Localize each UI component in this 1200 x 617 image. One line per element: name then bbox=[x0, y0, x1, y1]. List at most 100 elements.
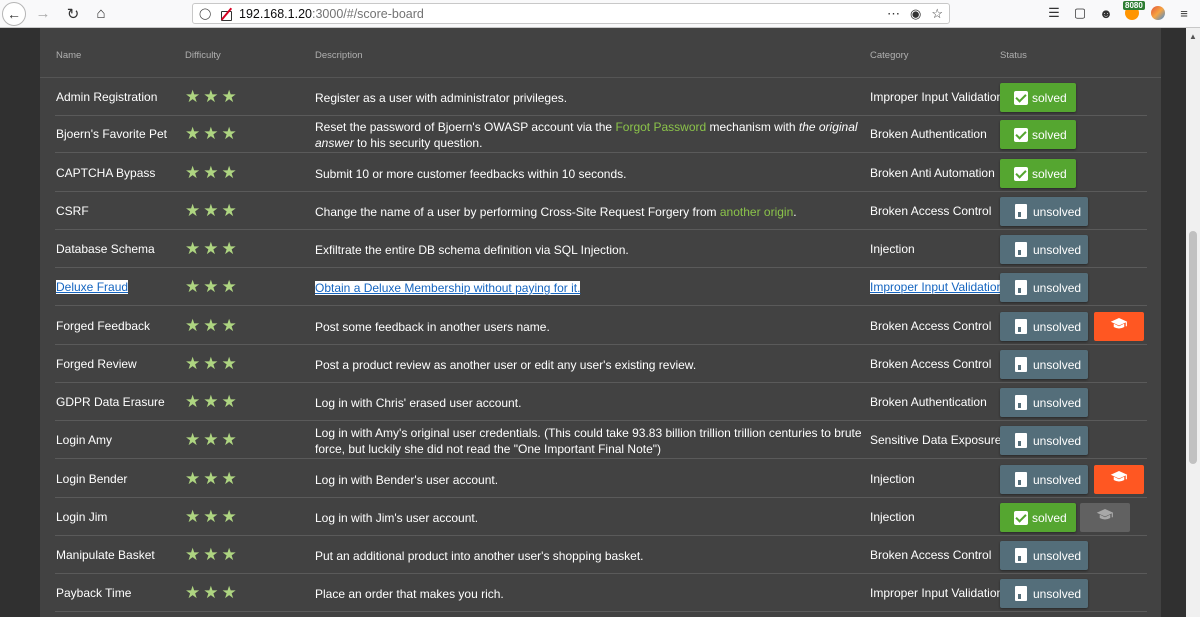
menu-icon[interactable]: ≡ bbox=[1176, 4, 1192, 22]
tutorial-hint-button[interactable] bbox=[1094, 312, 1144, 341]
description-text: Log in with Amy's original user credenti… bbox=[315, 426, 862, 456]
challenge-description: Obtain a Deluxe Membership without payin… bbox=[315, 280, 870, 296]
header-category[interactable]: Category bbox=[870, 50, 909, 61]
challenge-description: Put an additional product into another u… bbox=[315, 548, 870, 564]
table-row: CSRF ★★★ Change the name of a user by perf… bbox=[55, 192, 1147, 230]
challenge-description: Register as a user with administrator pr… bbox=[315, 90, 870, 106]
status-label: unsolved bbox=[1033, 586, 1082, 601]
description-link[interactable]: Forgot Password bbox=[615, 120, 706, 134]
sidebar-icon[interactable]: ▢ bbox=[1072, 4, 1088, 22]
challenge-description: Change the name of a user by performing … bbox=[315, 204, 870, 220]
challenge-description: Log in with Chris' erased user account. bbox=[315, 395, 870, 411]
category-text: Broken Access Control bbox=[870, 204, 992, 218]
challenge-name: GDPR Data Erasure bbox=[56, 395, 165, 409]
difficulty-stars: ★★★ bbox=[185, 163, 240, 182]
challenge-description: Log in with Bender's user account. bbox=[315, 472, 870, 488]
status-label: unsolved bbox=[1033, 319, 1082, 334]
challenge-name: Login Jim bbox=[56, 510, 107, 524]
flag-icon bbox=[1015, 548, 1027, 563]
difficulty-stars: ★★★ bbox=[185, 124, 240, 143]
extension-icon[interactable] bbox=[1150, 4, 1166, 22]
account-icon[interactable]: ☻ bbox=[1098, 4, 1114, 22]
solved-button[interactable]: solved bbox=[1000, 120, 1076, 149]
status-label: unsolved bbox=[1033, 433, 1082, 448]
challenge-name-text: Forged Review bbox=[56, 357, 137, 371]
address-bar[interactable]: ◯ 192.168.1.20:3000/#/score-board ⋯ ◉ ☆ bbox=[192, 3, 950, 24]
table-row: Forged Feedback ★★★ Post some feedback in … bbox=[55, 307, 1147, 345]
header-status[interactable]: Status bbox=[1000, 50, 1027, 61]
library-icon[interactable]: ☰ bbox=[1046, 4, 1062, 22]
challenge-name-text: Bjoern's Favorite Pet bbox=[56, 127, 168, 141]
category-text: Broken Access Control bbox=[870, 548, 992, 562]
challenge-category: Broken Access Control bbox=[870, 357, 991, 371]
flag-icon bbox=[1015, 472, 1027, 487]
challenge-name-text: CSRF bbox=[56, 204, 89, 218]
status-label: unsolved bbox=[1033, 395, 1082, 410]
challenge-category: Improper Input Validation bbox=[870, 280, 1004, 294]
unsolved-button[interactable]: unsolved bbox=[1000, 465, 1088, 494]
unsolved-button[interactable]: unsolved bbox=[1000, 426, 1088, 455]
status-label: unsolved bbox=[1033, 204, 1082, 219]
tracking-shield-icon[interactable]: ◯ bbox=[199, 7, 211, 20]
score-board-table: Name Difficulty Description Category Sta… bbox=[40, 28, 1161, 617]
difficulty-stars: ★★★ bbox=[185, 277, 240, 296]
header-difficulty[interactable]: Difficulty bbox=[185, 50, 221, 61]
forward-arrow-icon[interactable]: → bbox=[32, 3, 54, 25]
difficulty-stars: ★★★ bbox=[185, 469, 240, 488]
challenge-description: Post some feedback in another users name… bbox=[315, 319, 870, 335]
description-link[interactable]: another origin bbox=[720, 205, 793, 219]
difficulty-stars: ★★★ bbox=[185, 430, 240, 449]
unsolved-button[interactable]: unsolved bbox=[1000, 235, 1088, 264]
status-label: solved bbox=[1032, 166, 1067, 181]
status-label: unsolved bbox=[1033, 280, 1082, 295]
header-description: Description bbox=[315, 50, 363, 61]
unsolved-button[interactable]: unsolved bbox=[1000, 388, 1088, 417]
home-icon[interactable]: ⌂ bbox=[90, 3, 112, 25]
back-arrow-icon[interactable]: ← bbox=[2, 1, 26, 26]
checkbox-checked-icon bbox=[1014, 510, 1028, 525]
unsolved-button[interactable]: unsolved bbox=[1000, 197, 1088, 226]
table-row: GDPR Data Erasure ★★★ Log in with Chris' e… bbox=[55, 383, 1147, 421]
url-path: :3000/#/score-board bbox=[312, 6, 424, 21]
pocket-icon[interactable]: ◉ bbox=[910, 6, 921, 22]
scroll-up-icon[interactable]: ▲ bbox=[1189, 32, 1197, 41]
flag-icon bbox=[1015, 319, 1027, 334]
challenge-category: Broken Authentication bbox=[870, 127, 987, 141]
bookmark-star-icon[interactable]: ☆ bbox=[931, 6, 943, 22]
category-text: Improper Input Validation bbox=[870, 280, 1004, 294]
challenge-name-text: Database Schema bbox=[56, 242, 155, 256]
tutorial-hint-button[interactable] bbox=[1094, 465, 1144, 494]
page-actions-icon[interactable]: ⋯ bbox=[887, 6, 900, 22]
category-text: Broken Access Control bbox=[870, 357, 992, 371]
description-text: Post some feedback in another users name… bbox=[315, 320, 550, 334]
solved-button[interactable]: solved bbox=[1000, 83, 1076, 112]
description-text: Post a product review as another user or… bbox=[315, 358, 697, 372]
challenge-description: Reset the password of Bjoern's OWASP acc… bbox=[315, 119, 870, 151]
challenge-name: Login Bender bbox=[56, 472, 127, 486]
tutorial-hint-button[interactable] bbox=[1080, 503, 1130, 532]
difficulty-stars: ★★★ bbox=[185, 316, 240, 335]
unsolved-button[interactable]: unsolved bbox=[1000, 273, 1088, 302]
reload-icon[interactable]: ↻ bbox=[62, 3, 84, 25]
unsolved-button[interactable]: unsolved bbox=[1000, 312, 1088, 341]
unsolved-button[interactable]: unsolved bbox=[1000, 350, 1088, 379]
challenge-category: Broken Access Control bbox=[870, 319, 991, 333]
challenge-description: Post a product review as another user or… bbox=[315, 357, 870, 373]
challenge-description: Submit 10 or more customer feedbacks wit… bbox=[315, 166, 870, 182]
challenge-category: Injection bbox=[870, 472, 915, 486]
challenge-name-text: Admin Registration bbox=[56, 90, 158, 104]
category-text: Improper Input Validation bbox=[870, 586, 1004, 600]
unsolved-button[interactable]: unsolved bbox=[1000, 579, 1088, 608]
solved-button[interactable]: solved bbox=[1000, 159, 1076, 188]
solved-button[interactable]: solved bbox=[1000, 503, 1076, 532]
challenge-name: Bjoern's Favorite Pet bbox=[56, 127, 167, 141]
scrollbar-thumb[interactable] bbox=[1189, 231, 1197, 464]
description-text: Exfiltrate the entire DB schema definiti… bbox=[315, 243, 629, 257]
difficulty-stars: ★★★ bbox=[185, 354, 240, 373]
challenge-category: Broken Access Control bbox=[870, 548, 991, 562]
header-name[interactable]: Name bbox=[56, 50, 81, 61]
insecure-lock-icon[interactable] bbox=[219, 7, 233, 21]
challenge-name-text: Manipulate Basket bbox=[56, 548, 155, 562]
challenge-category: Sensitive Data Exposure bbox=[870, 433, 1001, 447]
unsolved-button[interactable]: unsolved bbox=[1000, 541, 1088, 570]
